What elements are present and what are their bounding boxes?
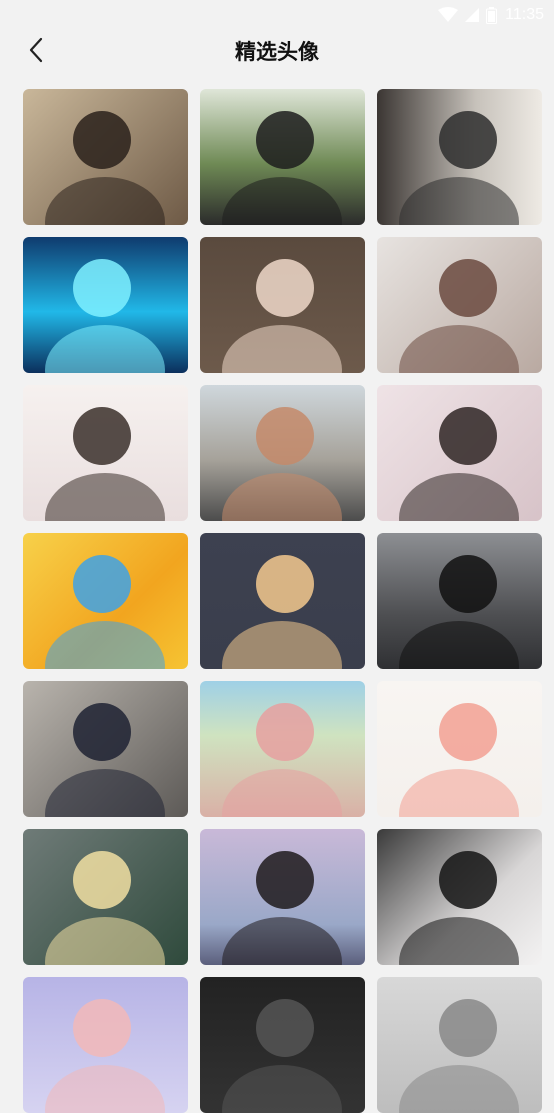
avatar-figure bbox=[73, 999, 131, 1057]
avatar-figure-body bbox=[399, 177, 519, 225]
avatar-figure bbox=[439, 407, 497, 465]
avatar-figure bbox=[256, 555, 314, 613]
avatar-girl-red-bow[interactable] bbox=[200, 533, 365, 669]
avatar-figure bbox=[256, 259, 314, 317]
avatar-pink-flower[interactable] bbox=[377, 681, 542, 817]
header: 精选头像 bbox=[0, 28, 554, 74]
avatar-girl-city-view[interactable] bbox=[200, 385, 365, 521]
avatar-figure bbox=[439, 111, 497, 169]
avatar-school-couple[interactable] bbox=[23, 681, 188, 817]
avatar-figure bbox=[256, 999, 314, 1057]
avatar-figure-body bbox=[399, 1065, 519, 1113]
avatar-figure-body bbox=[45, 769, 165, 817]
avatar-figure-body bbox=[222, 177, 342, 225]
avatar-black-jacket-street[interactable] bbox=[377, 533, 542, 669]
signal-icon bbox=[464, 7, 480, 23]
avatar-figure bbox=[439, 555, 497, 613]
avatar-figure bbox=[439, 703, 497, 761]
status-time: 11:35 bbox=[505, 6, 544, 23]
avatar-illustrated-girl[interactable] bbox=[200, 237, 365, 373]
avatar-blonde-boy[interactable] bbox=[23, 829, 188, 965]
avatar-figure bbox=[256, 111, 314, 169]
avatar-figure-body bbox=[45, 917, 165, 965]
avatar-figure-body bbox=[222, 1065, 342, 1113]
avatar-figure-body bbox=[222, 769, 342, 817]
avatar-figure-body bbox=[399, 325, 519, 373]
avatar-figure-body bbox=[399, 769, 519, 817]
avatar-partial-1[interactable] bbox=[23, 977, 188, 1113]
avatar-figure bbox=[256, 851, 314, 909]
avatar-figure bbox=[73, 703, 131, 761]
avatar-figure-body bbox=[45, 473, 165, 521]
avatar-figure-body bbox=[399, 473, 519, 521]
status-bar: 11:35 bbox=[0, 0, 554, 30]
avatar-couple-portrait[interactable] bbox=[23, 89, 188, 225]
avatar-figure bbox=[256, 407, 314, 465]
avatar-figure bbox=[73, 407, 131, 465]
battery-icon bbox=[486, 6, 498, 24]
avatar-figure bbox=[73, 111, 131, 169]
avatar-figure-body bbox=[399, 917, 519, 965]
avatar-anime-dark-hair[interactable] bbox=[23, 385, 188, 521]
avatar-figure bbox=[439, 851, 497, 909]
avatar-figure-body bbox=[399, 621, 519, 669]
avatar-figure bbox=[439, 259, 497, 317]
avatar-figure-body bbox=[222, 325, 342, 373]
avatar-figure bbox=[73, 851, 131, 909]
wifi-icon bbox=[438, 7, 459, 23]
avatar-anime-blue-hair[interactable] bbox=[23, 237, 188, 373]
page-title: 精选头像 bbox=[235, 40, 319, 64]
avatar-girl-with-kitten[interactable] bbox=[377, 385, 542, 521]
avatar-figure-body bbox=[222, 917, 342, 965]
avatar-couple-embrace[interactable] bbox=[200, 829, 365, 965]
avatar-figure-body bbox=[222, 473, 342, 521]
avatar-figure bbox=[73, 555, 131, 613]
avatar-boy-by-window[interactable] bbox=[377, 89, 542, 225]
avatar-figure-body bbox=[45, 325, 165, 373]
avatar-hoodie-with-cat[interactable] bbox=[200, 89, 365, 225]
avatar-figure-body bbox=[45, 177, 165, 225]
avatar-girl-headphones[interactable] bbox=[377, 829, 542, 965]
avatar-figure bbox=[73, 259, 131, 317]
avatar-partial-3[interactable] bbox=[377, 977, 542, 1113]
avatar-partial-2[interactable] bbox=[200, 977, 365, 1113]
avatar-figure bbox=[439, 999, 497, 1057]
avatar-grid bbox=[23, 89, 543, 1113]
avatar-cartoon-scooter[interactable] bbox=[200, 681, 365, 817]
avatar-figure-body bbox=[45, 621, 165, 669]
avatar-figure-body bbox=[45, 1065, 165, 1113]
avatar-cartoon-blue-cat[interactable] bbox=[23, 533, 188, 669]
avatar-figure bbox=[256, 703, 314, 761]
avatar-figure-body bbox=[222, 621, 342, 669]
avatar-girl-white-shirt[interactable] bbox=[377, 237, 542, 373]
